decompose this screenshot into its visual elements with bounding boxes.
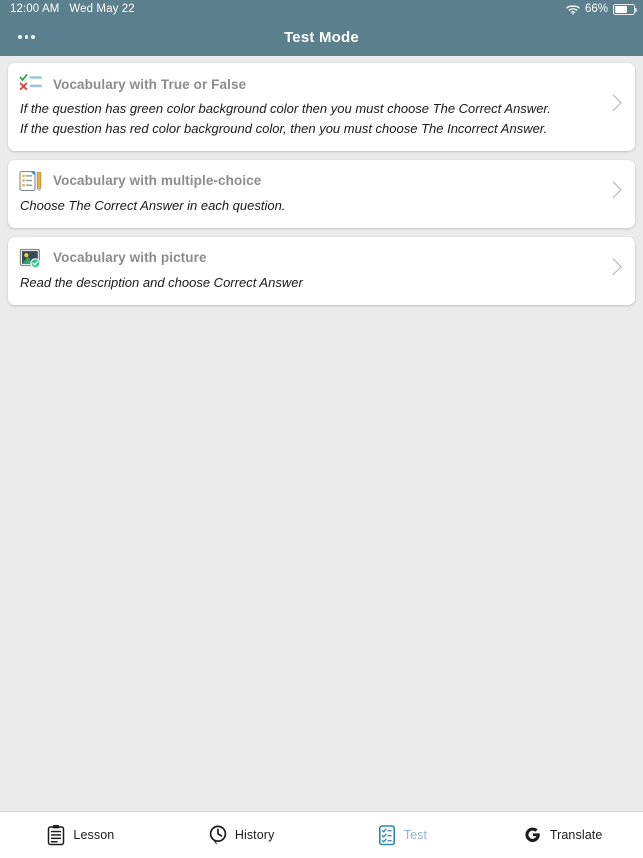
wifi-icon bbox=[566, 4, 580, 15]
page-title: Test Mode bbox=[284, 28, 359, 46]
tab-lesson[interactable]: Lesson bbox=[0, 812, 161, 858]
status-time: 12:00 AM bbox=[10, 3, 60, 15]
test-mode-card-picture[interactable]: Vocabulary with picture Read the descrip… bbox=[8, 236, 635, 305]
card-description-line-1: Choose The Correct Answer in each questi… bbox=[20, 197, 286, 213]
app-root: 12:00 AM Wed May 22 66% Test Mode Vocabu… bbox=[0, 0, 643, 858]
status-bar: 12:00 AM Wed May 22 66% bbox=[0, 0, 643, 18]
card-title: Vocabulary with picture bbox=[53, 250, 207, 266]
card-description-line-2: If the question has red color background… bbox=[20, 120, 548, 136]
battery-icon bbox=[613, 3, 637, 15]
status-date: Wed May 22 bbox=[69, 3, 135, 15]
battery-percent: 66% bbox=[584, 3, 608, 15]
card-header: Vocabulary with True or False bbox=[18, 72, 601, 96]
tab-label: History bbox=[234, 828, 275, 842]
more-options-icon[interactable] bbox=[14, 29, 39, 45]
picture-check-icon bbox=[18, 246, 44, 270]
status-bar-left: 12:00 AM Wed May 22 bbox=[10, 3, 135, 15]
bottom-tab-bar: Lesson History Test Translate bbox=[0, 811, 643, 858]
test-mode-list: Vocabulary with True or False If the que… bbox=[0, 56, 643, 811]
card-title: Vocabulary with True or False bbox=[53, 76, 247, 92]
test-mode-card-multiple-choice[interactable]: Vocabulary with multiple-choice Choose T… bbox=[8, 159, 635, 228]
card-description-line-1: Read the description and choose Correct … bbox=[20, 274, 303, 290]
card-description-line-1: If the question has green color backgrou… bbox=[20, 101, 551, 116]
chevron-right-icon[interactable] bbox=[601, 63, 629, 151]
card-description: If the question has green color backgrou… bbox=[18, 99, 601, 139]
clipboard-pencil-icon bbox=[18, 169, 44, 193]
chevron-right-icon[interactable] bbox=[601, 160, 629, 228]
clock-history-icon bbox=[208, 824, 228, 846]
google-translate-icon bbox=[523, 824, 543, 846]
tab-label: Test bbox=[403, 828, 428, 842]
nav-bar: Test Mode bbox=[0, 18, 643, 56]
tab-label: Lesson bbox=[73, 828, 115, 842]
card-title: Vocabulary with multiple-choice bbox=[53, 173, 262, 189]
tab-history[interactable]: History bbox=[161, 812, 322, 858]
status-bar-right: 66% bbox=[566, 3, 637, 15]
chevron-right-icon[interactable] bbox=[601, 237, 629, 305]
clipboard-lesson-icon bbox=[46, 824, 66, 846]
test-mode-card-true-false[interactable]: Vocabulary with True or False If the que… bbox=[8, 63, 635, 151]
tab-test[interactable]: Test bbox=[322, 812, 483, 858]
card-description: Read the description and choose Correct … bbox=[18, 273, 601, 293]
card-description: Choose The Correct Answer in each questi… bbox=[18, 196, 601, 216]
card-header: Vocabulary with picture bbox=[18, 246, 601, 270]
tab-translate[interactable]: Translate bbox=[482, 812, 643, 858]
card-header: Vocabulary with multiple-choice bbox=[18, 169, 601, 193]
true-false-checklist-icon bbox=[18, 72, 44, 96]
tab-label: Translate bbox=[549, 828, 603, 842]
test-checklist-icon bbox=[377, 824, 397, 846]
